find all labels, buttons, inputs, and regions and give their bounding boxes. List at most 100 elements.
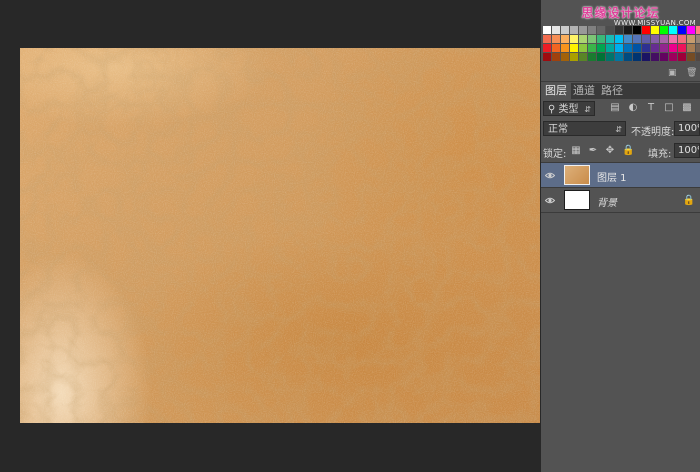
swatch[interactable] — [687, 53, 695, 61]
swatch[interactable] — [615, 35, 623, 43]
new-swatch-icon[interactable]: ▣ — [668, 69, 677, 78]
swatch[interactable] — [678, 35, 686, 43]
layer-name[interactable]: 背景 — [597, 194, 617, 209]
swatch[interactable] — [678, 53, 686, 61]
swatch[interactable] — [687, 44, 695, 52]
lock-image-pixels-icon[interactable]: ✒ — [588, 146, 598, 156]
swatch[interactable] — [588, 44, 596, 52]
swatch[interactable] — [543, 53, 551, 61]
adjustment-filter-icon[interactable]: ◐ — [628, 103, 638, 113]
swatch[interactable] — [588, 35, 596, 43]
lock-all-icon[interactable]: 🔒 — [622, 146, 634, 156]
swatch[interactable] — [669, 44, 677, 52]
swatch[interactable] — [579, 26, 587, 34]
swatch[interactable] — [552, 26, 560, 34]
swatch[interactable] — [597, 35, 605, 43]
swatch[interactable] — [651, 53, 659, 61]
swatch[interactable] — [696, 35, 700, 43]
swatch[interactable] — [561, 44, 569, 52]
swatch[interactable] — [570, 44, 578, 52]
layer-row-background[interactable]: 背景 🔒 — [541, 187, 700, 213]
swatch[interactable] — [570, 35, 578, 43]
shape-filter-icon[interactable]: □ — [664, 103, 674, 113]
swatch[interactable] — [696, 44, 700, 52]
swatch[interactable] — [579, 44, 587, 52]
swatch[interactable] — [561, 35, 569, 43]
layer-name[interactable]: 图层 1 — [597, 169, 627, 184]
swatch[interactable] — [570, 53, 578, 61]
swatch[interactable] — [624, 44, 632, 52]
fill-input[interactable]: 100% — [674, 143, 700, 158]
swatch[interactable] — [642, 35, 650, 43]
layer-row-layer-1[interactable]: 图层 1 — [541, 162, 700, 188]
swatch[interactable] — [597, 53, 605, 61]
opacity-input[interactable]: 100% — [674, 121, 700, 136]
swatch[interactable] — [642, 26, 650, 34]
swatch[interactable] — [561, 53, 569, 61]
swatch[interactable] — [660, 26, 668, 34]
swatch[interactable] — [606, 26, 614, 34]
swatch[interactable] — [696, 53, 700, 61]
swatch[interactable] — [633, 44, 641, 52]
swatch[interactable] — [570, 26, 578, 34]
swatch[interactable] — [561, 26, 569, 34]
swatch[interactable] — [669, 26, 677, 34]
swatch[interactable] — [678, 26, 686, 34]
visibility-eye-icon[interactable] — [545, 196, 555, 205]
visibility-eye-icon[interactable] — [545, 171, 555, 180]
swatch[interactable] — [543, 35, 551, 43]
image-filter-icon[interactable]: ▤ — [610, 103, 620, 113]
swatch[interactable] — [633, 26, 641, 34]
swatch[interactable] — [615, 26, 623, 34]
swatch[interactable] — [660, 53, 668, 61]
swatch[interactable] — [624, 26, 632, 34]
swatch[interactable] — [552, 53, 560, 61]
document-canvas-leather-texture[interactable] — [20, 48, 540, 423]
swatch[interactable] — [606, 53, 614, 61]
trash-icon[interactable]: 🗑 — [686, 69, 697, 78]
swatch[interactable] — [588, 26, 596, 34]
swatch[interactable] — [624, 53, 632, 61]
swatch[interactable] — [552, 44, 560, 52]
tab-channels[interactable]: 通道 — [569, 83, 599, 99]
swatch[interactable] — [624, 35, 632, 43]
swatch[interactable] — [633, 53, 641, 61]
swatch[interactable] — [606, 35, 614, 43]
swatch[interactable] — [588, 53, 596, 61]
swatch[interactable] — [660, 44, 668, 52]
swatch[interactable] — [660, 35, 668, 43]
swatch[interactable] — [687, 26, 695, 34]
canvas-workspace[interactable] — [0, 0, 541, 471]
blend-mode-select[interactable]: 正常 ⇵ — [543, 121, 626, 136]
tab-paths[interactable]: 路径 — [597, 83, 627, 99]
swatch[interactable] — [615, 44, 623, 52]
swatch[interactable] — [597, 26, 605, 34]
lock-transparent-pixels-icon[interactable]: ▦ — [571, 146, 581, 156]
swatch[interactable] — [597, 44, 605, 52]
swatch[interactable] — [606, 44, 614, 52]
swatch[interactable] — [633, 35, 641, 43]
smart-object-filter-icon[interactable]: ▩ — [682, 103, 692, 113]
lock-position-icon[interactable]: ✥ — [605, 146, 615, 156]
swatch[interactable] — [642, 44, 650, 52]
swatch[interactable] — [552, 35, 560, 43]
swatch[interactable] — [642, 53, 650, 61]
swatch[interactable] — [678, 44, 686, 52]
swatch[interactable] — [543, 26, 551, 34]
type-filter-icon[interactable]: T — [646, 103, 656, 113]
swatches-grid[interactable] — [543, 26, 700, 62]
swatch[interactable] — [696, 26, 700, 34]
swatch[interactable] — [615, 53, 623, 61]
swatch[interactable] — [543, 44, 551, 52]
swatch[interactable] — [669, 35, 677, 43]
swatch[interactable] — [651, 26, 659, 34]
swatch[interactable] — [579, 35, 587, 43]
swatch[interactable] — [651, 44, 659, 52]
swatch[interactable] — [669, 53, 677, 61]
swatch[interactable] — [651, 35, 659, 43]
layers-empty-area[interactable] — [541, 212, 700, 472]
swatch[interactable] — [579, 53, 587, 61]
tab-layers[interactable]: 图层 — [541, 83, 571, 99]
swatch[interactable] — [687, 35, 695, 43]
filter-kind-select[interactable]: ⚲ 类型 ⇵ — [543, 101, 595, 116]
